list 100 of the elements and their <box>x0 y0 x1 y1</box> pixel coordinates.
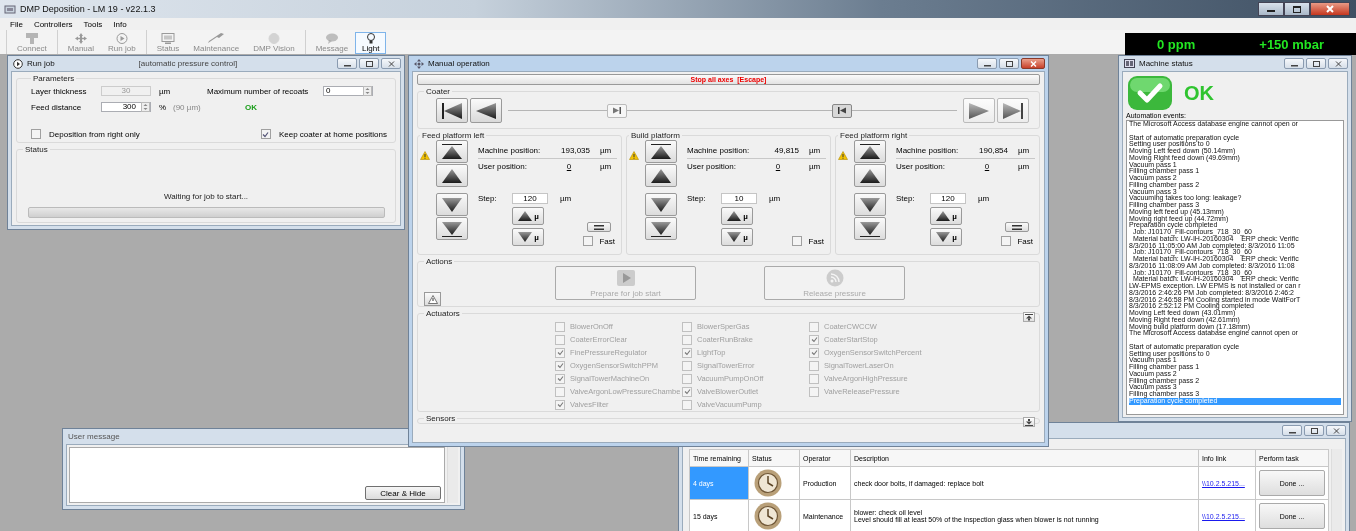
move-up-button[interactable] <box>645 164 677 187</box>
maximize-icon <box>1005 60 1013 67</box>
spinner-arrows-icon <box>363 86 372 96</box>
group-title: Actuators <box>425 309 461 318</box>
triangle-down-icon <box>649 195 673 214</box>
step-down-button[interactable]: µ <box>930 228 962 246</box>
user-position-link[interactable]: 0 <box>984 162 990 171</box>
collapse-button[interactable] <box>1023 312 1035 322</box>
minimize-button[interactable] <box>337 58 357 69</box>
move-down-button[interactable] <box>645 193 677 216</box>
step-up-button[interactable]: µ <box>930 207 962 225</box>
move-down-button[interactable] <box>436 193 468 216</box>
field-label: User position: <box>478 162 528 171</box>
maximize-icon <box>365 60 373 67</box>
move-bottom-button[interactable] <box>436 217 468 240</box>
step-field[interactable]: 120 <box>930 193 966 204</box>
field-label: Step: <box>478 194 498 203</box>
maximize-icon <box>1310 427 1318 434</box>
position-marker-icon[interactable] <box>831 103 852 118</box>
feed-distance-field[interactable]: 300 <box>101 102 151 112</box>
clock-icon <box>752 468 784 497</box>
expand-button[interactable] <box>1023 417 1035 427</box>
window-title: Manual operation <box>428 59 490 68</box>
toolbar-button[interactable]: Light <box>355 32 387 54</box>
menu-item[interactable]: File <box>6 19 30 29</box>
minimize-button[interactable] <box>1284 58 1304 69</box>
unit-label: µm <box>769 194 781 203</box>
app-icon <box>4 3 16 15</box>
clear-hide-button[interactable]: Clear & Hide <box>365 486 441 500</box>
position-marker-icon[interactable] <box>607 103 627 118</box>
window-title: DMP Deposition - LM 19 - v22.1.3 <box>20 4 156 14</box>
triangle-down-icon <box>935 231 952 243</box>
triangle-right-icon <box>967 101 991 120</box>
monitor-icon <box>1124 59 1135 68</box>
machine-state: OK <box>1184 81 1214 105</box>
menu-item[interactable]: Controllers <box>29 19 80 29</box>
move-top-button[interactable] <box>436 140 468 163</box>
unit-label: µm <box>1018 146 1030 155</box>
unit-label: µm <box>600 146 612 155</box>
speech-bubble-icon <box>323 33 340 44</box>
minimize-button[interactable] <box>1258 2 1284 16</box>
user-position-link[interactable]: 0 <box>566 162 572 171</box>
move-right-button[interactable] <box>963 98 995 123</box>
step-up-button[interactable]: µ <box>721 207 753 225</box>
group-title: Parameters <box>32 74 76 83</box>
field-label: User position: <box>687 162 737 171</box>
maximize-button[interactable] <box>359 58 379 69</box>
status-message: Waiting for job to start... <box>163 192 249 201</box>
readout-value: 0 ppm <box>1157 36 1196 52</box>
reset-button[interactable] <box>1005 222 1030 232</box>
triangle-bar-up-icon <box>440 142 464 161</box>
step-field[interactable]: 10 <box>721 193 757 204</box>
maximize-button[interactable] <box>1284 2 1310 16</box>
maximize-button[interactable] <box>999 58 1019 69</box>
close-button[interactable] <box>1021 58 1045 69</box>
field-label: Machine position: <box>896 146 960 155</box>
step-down-button[interactable]: µ <box>721 228 753 246</box>
group-title: Feed platform left <box>421 132 486 140</box>
triangle-bar-down-icon <box>440 219 464 238</box>
scrollbar[interactable] <box>447 447 458 503</box>
move-bottom-button[interactable] <box>645 217 677 240</box>
recoats-field[interactable]: 0 <box>323 86 373 96</box>
step-down-button[interactable]: µ <box>512 228 544 246</box>
maximize-icon <box>1293 5 1301 13</box>
move-up-button[interactable] <box>436 164 468 187</box>
collapse-icon <box>1025 313 1033 321</box>
move-top-button[interactable] <box>645 140 677 163</box>
maximize-button[interactable] <box>1304 425 1324 436</box>
unit-label: µm <box>1018 162 1030 171</box>
checkbox-label: Fast <box>808 236 824 246</box>
reset-button[interactable] <box>587 222 612 232</box>
machine-position-value: 49,815 <box>773 146 799 155</box>
unit-label: µm <box>809 146 821 155</box>
warning-icon <box>427 294 438 304</box>
triangle-bar-down-icon <box>858 219 882 238</box>
triangle-up-icon <box>517 210 534 222</box>
step-up-button[interactable]: µ <box>512 207 544 225</box>
move-left-end-button[interactable] <box>436 98 468 123</box>
close-button[interactable] <box>1310 2 1350 16</box>
message-area[interactable]: Clear & Hide <box>69 447 445 503</box>
unit-label: µm <box>978 194 990 203</box>
menu-item[interactable]: Tools <box>79 19 110 29</box>
minimize-button[interactable] <box>977 58 997 69</box>
move-left-button[interactable] <box>470 98 502 123</box>
menu-item[interactable]: Info <box>109 19 134 29</box>
step-field[interactable]: 120 <box>512 193 548 204</box>
move-up-button[interactable] <box>854 164 886 187</box>
move-bottom-button[interactable] <box>854 217 886 240</box>
move-down-button[interactable] <box>854 193 886 216</box>
maximize-button[interactable] <box>1306 58 1326 69</box>
equals-icon <box>594 224 605 230</box>
checkbox-label: Keep coater at home positions <box>278 129 387 139</box>
close-icon <box>1332 427 1340 434</box>
move-right-end-button[interactable] <box>997 98 1029 123</box>
checkbox-label: Fast <box>599 236 615 246</box>
minimize-button[interactable] <box>1282 425 1302 436</box>
unit-label: % <box>159 102 168 112</box>
warning-button[interactable] <box>424 292 441 306</box>
move-top-button[interactable] <box>854 140 886 163</box>
user-position-link[interactable]: 0 <box>775 162 781 171</box>
